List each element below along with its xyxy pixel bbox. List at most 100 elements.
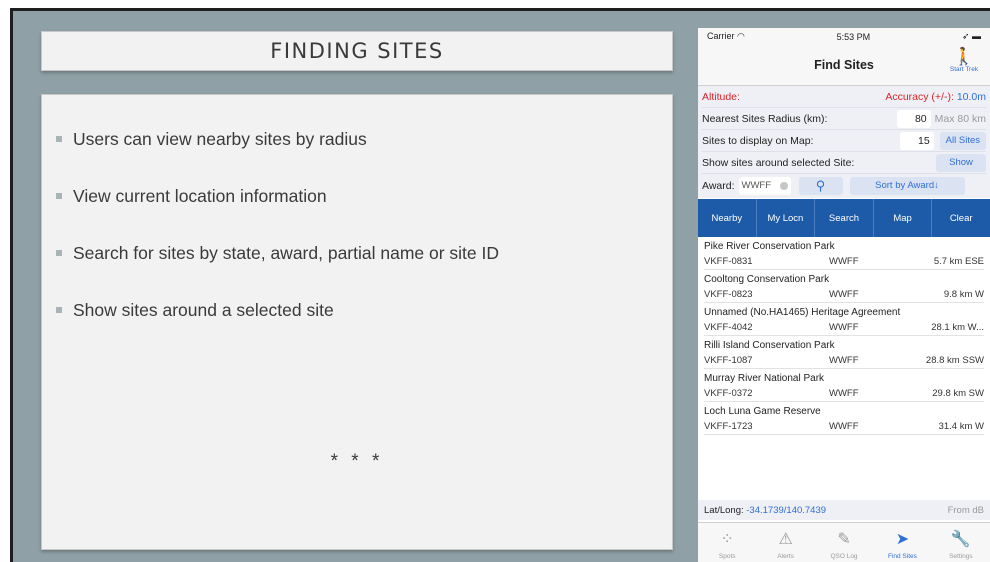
around-site-label: Show sites around selected Site: xyxy=(702,156,855,169)
bullet-marker-icon xyxy=(56,136,62,142)
battery-icon: ➶ ▬ xyxy=(961,31,981,41)
site-id: VKFF-4042 xyxy=(704,322,753,333)
wifi-icon: ◠ xyxy=(737,31,745,41)
show-button[interactable]: Show xyxy=(936,153,986,172)
radius-input[interactable]: 80 xyxy=(896,109,931,128)
site-award: WWFF xyxy=(829,355,859,366)
site-name: Murray River National Park xyxy=(704,373,825,384)
slide-content-box: Users can view nearby sites by radius Vi… xyxy=(41,94,673,550)
bullet-text: Search for sites by state, award, partia… xyxy=(73,243,500,263)
latlong-readout: Lat/Long: -34.1739/140.7439 xyxy=(704,504,827,516)
navigation-bar: Find Sites 🚶 Start Trek xyxy=(698,45,990,86)
bullet-item: View current location information xyxy=(56,186,499,243)
display-count-row: Sites to display on Map: 15 All Sites xyxy=(702,130,986,152)
search-icon: ⚲ xyxy=(815,178,826,193)
site-distance: 28.8 km SSW xyxy=(925,355,984,366)
tab-settings[interactable]: 🔧 Settings xyxy=(932,523,990,562)
award-input[interactable]: WWFF xyxy=(738,177,791,195)
sort-by-award-button[interactable]: Sort by Award↓ xyxy=(849,177,965,195)
radius-row: Nearest Sites Radius (km): 80 Max 80 km xyxy=(702,108,986,130)
alert-icon: ⚠ xyxy=(778,531,793,548)
list-item[interactable]: Cooltong Conservation Park VKFF-0823 WWFF… xyxy=(704,270,984,303)
tab-search[interactable]: Search xyxy=(815,199,874,237)
log-icon: ✎ xyxy=(837,531,851,548)
tab-spots[interactable]: ⁘ Spots xyxy=(698,523,756,562)
site-award: WWFF xyxy=(829,388,859,399)
bullet-text: Show sites around a selected site xyxy=(73,300,334,320)
site-award: WWFF xyxy=(829,289,859,300)
around-site-row: Show sites around selected Site: Show xyxy=(702,152,986,174)
site-name: Rilli Island Conservation Park xyxy=(704,340,835,351)
award-search-row: Award: WWFF ⚲ Sort by Award↓ xyxy=(698,174,990,198)
slide-background: FINDING SITES Users can view nearby site… xyxy=(10,8,990,562)
bullet-marker-icon xyxy=(56,307,62,313)
tab-clear[interactable]: Clear xyxy=(932,199,990,237)
bottom-tab-bar: ⁘ Spots ⚠ Alerts ✎ QSO Log ➤ Find Sites … xyxy=(698,522,990,562)
tab-alerts[interactable]: ⚠ Alerts xyxy=(756,523,814,562)
start-trek-button[interactable]: 🚶 Start Trek xyxy=(944,47,984,73)
spots-icon: ⁘ xyxy=(720,531,734,548)
wrench-icon: 🔧 xyxy=(950,531,971,548)
list-item[interactable]: Pike River Conservation Park VKFF-0831 WW… xyxy=(704,237,984,270)
radius-max-label: Max 80 km xyxy=(934,112,986,125)
clock: 5:53 PM xyxy=(836,31,871,42)
list-item[interactable]: Rilli Island Conservation Park VKFF-1087… xyxy=(704,336,984,369)
bullet-marker-icon xyxy=(56,250,62,256)
carrier-label: Carrier ◠ xyxy=(707,31,745,41)
nav-title: Find Sites xyxy=(814,58,874,72)
list-item[interactable]: Unnamed (No.HA1465) Heritage Agreement V… xyxy=(704,303,984,336)
site-distance: 9.8 km W xyxy=(943,289,984,300)
tab-map[interactable]: Map xyxy=(874,199,933,237)
site-name: Cooltong Conservation Park xyxy=(704,274,830,285)
radius-label: Nearest Sites Radius (km): xyxy=(702,112,828,125)
site-award: WWFF xyxy=(829,256,859,267)
section-separator: * * * xyxy=(330,451,384,472)
phone-screenshot: Carrier ◠ 5:53 PM ➶ ▬ Find Sites 🚶 Start… xyxy=(698,28,990,562)
site-distance: 5.7 km ESE xyxy=(933,256,984,267)
hiker-icon: 🚶 xyxy=(953,47,975,66)
segmented-actions: Nearby My Locn Search Map Clear xyxy=(698,199,990,237)
site-distance: 28.1 km W... xyxy=(931,322,984,333)
site-name: Loch Luna Game Reserve xyxy=(704,406,821,417)
list-item[interactable]: Loch Luna Game Reserve VKFF-1723 WWFF 31.4… xyxy=(704,402,984,435)
tab-qso-log[interactable]: ✎ QSO Log xyxy=(815,523,873,562)
bullet-list: Users can view nearby sites by radius Vi… xyxy=(56,129,499,357)
site-name: Pike River Conservation Park xyxy=(704,241,835,252)
site-distance: 29.8 km SW xyxy=(932,388,984,399)
site-id: VKFF-0372 xyxy=(704,388,753,399)
tab-find-sites[interactable]: ➤ Find Sites xyxy=(873,523,931,562)
sites-list: Pike River Conservation Park VKFF-0831 WW… xyxy=(698,237,990,435)
site-name: Unnamed (No.HA1465) Heritage Agreement xyxy=(704,307,901,318)
search-button[interactable]: ⚲ xyxy=(798,177,843,195)
tab-my-locn[interactable]: My Locn xyxy=(757,199,816,237)
site-id: VKFF-0823 xyxy=(704,289,753,300)
bullet-item: Search for sites by state, award, partia… xyxy=(56,243,499,300)
site-award: WWFF xyxy=(829,322,859,333)
altitude-label: Altitude: xyxy=(702,90,740,103)
site-id: VKFF-1087 xyxy=(704,355,753,366)
status-bar: Carrier ◠ 5:53 PM ➶ ▬ xyxy=(698,28,990,45)
altitude-row: Altitude: Accuracy (+/-): 10.0m xyxy=(702,86,986,108)
latlong-bar: Lat/Long: -34.1739/140.7439 From dB xyxy=(698,500,990,520)
site-id: VKFF-0831 xyxy=(704,256,753,267)
accuracy-readout: Accuracy (+/-): 10.0m xyxy=(885,90,986,103)
start-trek-label: Start Trek xyxy=(949,66,979,73)
bullet-item: Show sites around a selected site xyxy=(56,300,499,357)
award-label: Award: xyxy=(702,180,735,192)
bullet-marker-icon xyxy=(56,193,62,199)
location-arrow-icon: ➤ xyxy=(895,531,910,548)
bullet-text: Users can view nearby sites by radius xyxy=(73,129,367,149)
from-db-label: From dB xyxy=(947,504,984,516)
tab-nearby[interactable]: Nearby xyxy=(698,199,757,237)
list-item[interactable]: Murray River National Park VKFF-0372 WWFF… xyxy=(704,369,984,402)
site-award: WWFF xyxy=(829,421,859,432)
all-sites-button[interactable]: All Sites xyxy=(939,131,986,150)
site-id: VKFF-1723 xyxy=(704,421,753,432)
slide-title: FINDING SITES xyxy=(270,39,444,63)
display-count-label: Sites to display on Map: xyxy=(702,134,814,147)
site-distance: 31.4 km W xyxy=(938,421,984,432)
clear-field-icon[interactable] xyxy=(779,182,788,190)
bullet-item: Users can view nearby sites by radius xyxy=(56,129,499,186)
display-count-input[interactable]: 15 xyxy=(899,131,934,150)
slide-title-box: FINDING SITES xyxy=(41,31,673,71)
